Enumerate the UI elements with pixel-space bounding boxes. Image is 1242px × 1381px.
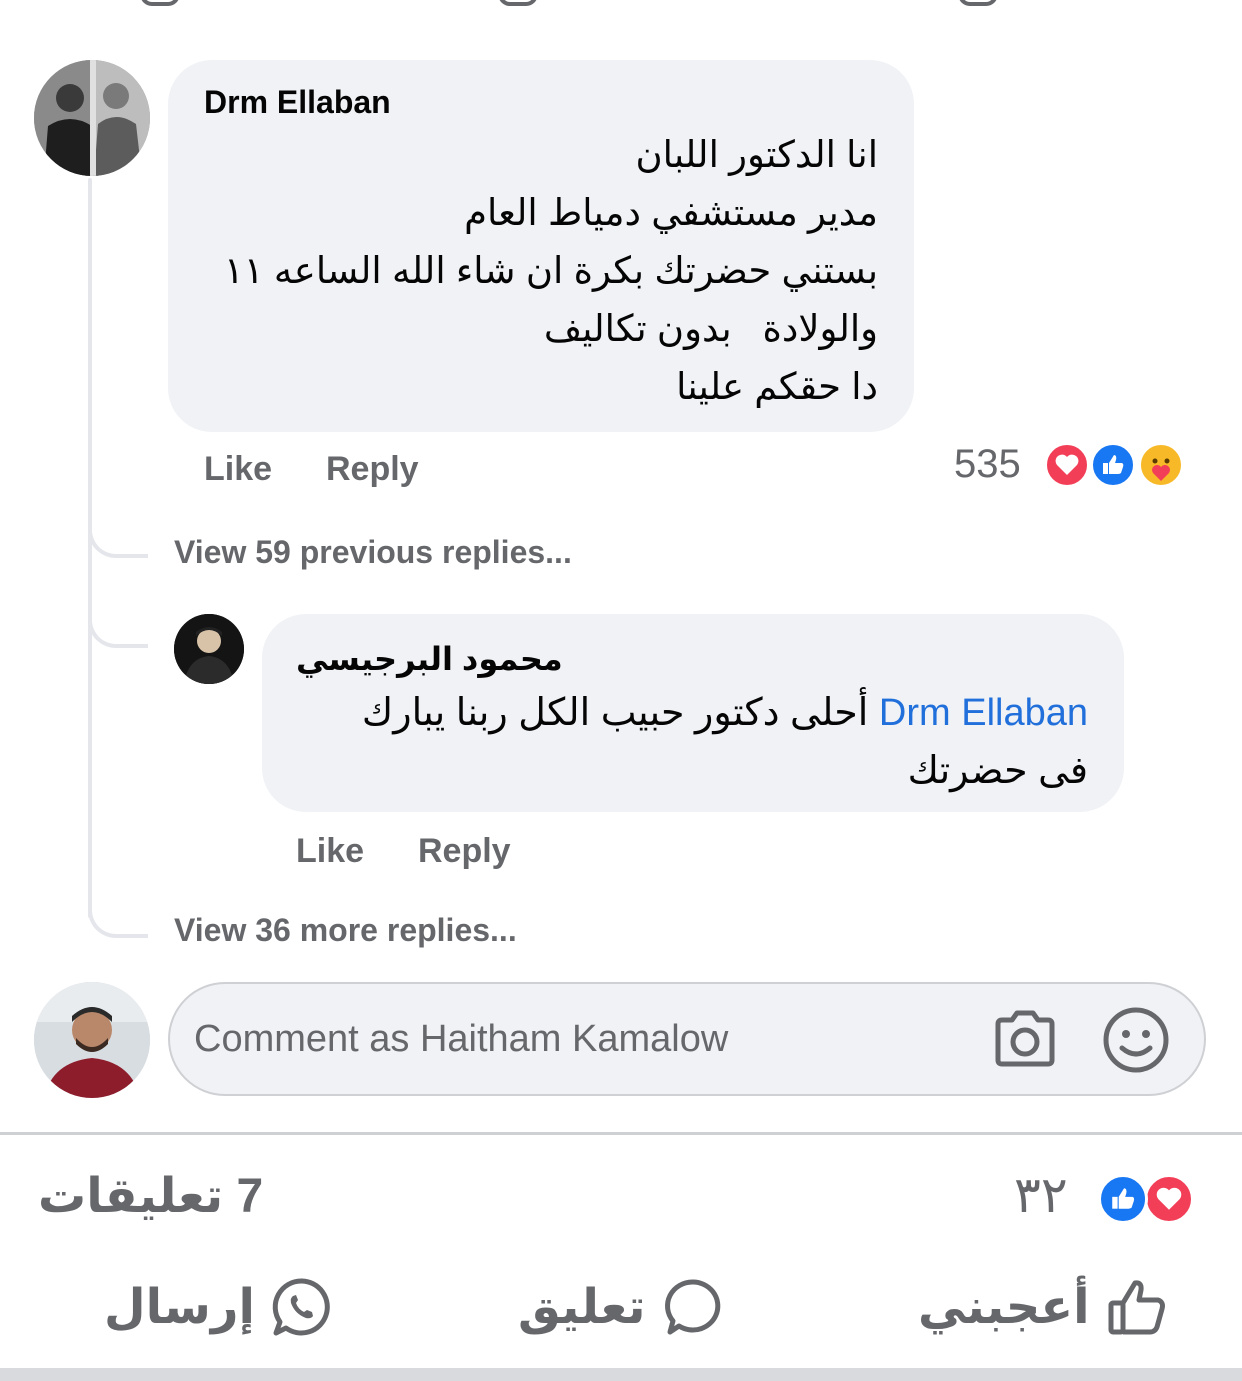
send-button[interactable]: إرسال — [104, 1272, 333, 1342]
post-reactions-count[interactable]: ٣٢ — [1014, 1166, 1068, 1224]
top-like-icon-partial[interactable] — [140, 0, 180, 6]
comment-line: مدير مستشفي دمياط العام — [464, 192, 878, 233]
reply-author[interactable]: محمود البرجيسي — [296, 640, 563, 678]
reply-bubble: محمود البرجيسي Drm Ellaban أحلى دكتور حب… — [262, 614, 1124, 812]
whatsapp-icon — [271, 1276, 333, 1338]
comment-line: والولادة بدون تكاليف — [543, 308, 878, 349]
reply-line: Drm Ellaban أحلى دكتور حبيب الكل ربنا يب… — [288, 684, 1088, 742]
like-button[interactable]: Like — [296, 832, 364, 871]
comment-input[interactable]: Comment as Haitham Kamalow — [194, 1018, 728, 1061]
like-post-label: أعجبني — [918, 1281, 1090, 1334]
mention-link[interactable]: Drm Ellaban — [879, 692, 1088, 734]
reply-button[interactable]: Reply — [418, 832, 511, 871]
comment-text: انا الدكتور اللبان مدير مستشفي دمياط الع… — [198, 126, 878, 416]
reply-text: Drm Ellaban أحلى دكتور حبيب الكل ربنا يب… — [288, 684, 1088, 800]
comment-line: انا الدكتور اللبان — [635, 134, 878, 175]
camera-icon[interactable] — [992, 1008, 1058, 1070]
thread-branch — [88, 518, 148, 558]
care-icon — [1138, 442, 1184, 488]
comment-composer[interactable]: Comment as Haitham Kamalow — [168, 982, 1206, 1096]
comment-bubble: Drm Ellaban انا الدكتور اللبان مدير مستش… — [168, 60, 914, 432]
thread-branch — [88, 608, 148, 648]
like-icon — [1098, 1174, 1148, 1224]
send-label: إرسال — [104, 1281, 255, 1334]
bottom-bar — [0, 1368, 1242, 1381]
avatar[interactable] — [174, 614, 244, 684]
like-post-button[interactable]: أعجبني — [918, 1272, 1168, 1342]
like-button[interactable]: Like — [204, 450, 272, 489]
top-share-icon-partial[interactable] — [958, 0, 998, 6]
comment-line: دا حقكم علينا — [676, 366, 878, 407]
smiley-icon[interactable] — [1102, 1006, 1170, 1074]
comment-button[interactable]: تعليق — [518, 1272, 724, 1342]
comment-line: بستني حضرتك بكرة ان شاء الله الساعه ١١ — [223, 250, 878, 291]
reply-button[interactable]: Reply — [326, 450, 419, 489]
comment-label: تعليق — [518, 1281, 646, 1334]
comments-count[interactable]: 7 تعليقات — [38, 1168, 263, 1224]
view-previous-replies[interactable]: View 59 previous replies... — [174, 534, 572, 571]
divider — [0, 1132, 1242, 1135]
like-icon — [1090, 442, 1136, 488]
view-more-replies[interactable]: View 36 more replies... — [174, 912, 517, 949]
thumbs-up-icon — [1106, 1276, 1168, 1338]
avatar[interactable] — [34, 982, 150, 1098]
comment-icon — [662, 1276, 724, 1338]
top-comment-icon-partial[interactable] — [498, 0, 538, 6]
reply-line-text: أحلى دكتور حبيب الكل ربنا يبارك — [361, 692, 879, 734]
heart-icon — [1144, 1174, 1194, 1224]
thread-line — [88, 178, 92, 918]
avatar[interactable] — [34, 60, 150, 176]
comment-author[interactable]: Drm Ellaban — [204, 84, 391, 121]
thread-branch — [88, 898, 148, 938]
reply-line: فى حضرتك — [907, 750, 1088, 792]
reaction-count[interactable]: 535 — [954, 442, 1021, 487]
heart-icon — [1044, 442, 1090, 488]
